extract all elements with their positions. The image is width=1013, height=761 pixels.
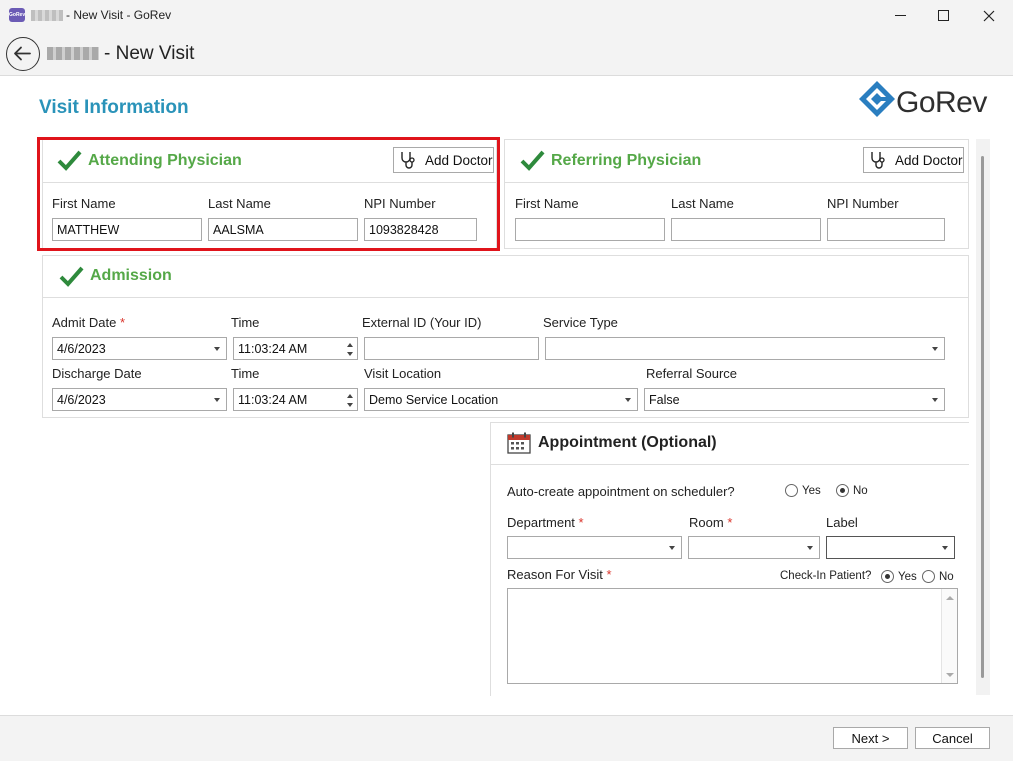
reason-textarea[interactable] [507,588,958,684]
appointment-top-border [490,422,969,423]
admit-time-spinner[interactable]: 11:03:24 AM [233,337,358,360]
checkin-no-option[interactable]: No [922,570,954,583]
external-id-label: External ID (Your ID) [362,315,482,330]
visit-location-value: Demo Service Location [369,392,499,407]
referring-npi-input[interactable] [827,218,945,241]
chevron-down-icon [942,545,948,550]
referring-add-doctor-button[interactable]: Add Doctor [863,147,964,173]
referring-title: Referring Physician [551,152,702,169]
discharge-time-value: 11:03:24 AM [238,392,308,407]
discharge-time-label: Time [231,366,260,381]
auto-create-label: Auto-create appointment on scheduler? [507,484,735,499]
appointment-title: Appointment (Optional) [538,434,717,451]
department-label: Department * [507,515,584,530]
maximize-button[interactable] [920,0,966,31]
window-title: - New Visit - GoRev [66,8,172,22]
room-dropdown[interactable] [688,536,820,559]
back-button[interactable] [6,37,40,71]
close-icon [983,10,995,21]
logo-text: GoRev [896,86,987,119]
chevron-down-icon [932,397,938,402]
referral-source-dropdown[interactable]: False [644,388,945,411]
auto-create-no-option[interactable]: No [836,484,868,497]
last-name-label: Last Name [671,196,734,211]
close-button[interactable] [966,0,1012,31]
checkmark-icon [59,266,84,287]
admit-time-label: Time [231,315,260,330]
radio-yes-label: Yes [802,484,821,497]
scroll-up-icon[interactable] [946,595,954,601]
spinner-icon[interactable] [346,340,354,358]
external-id-input[interactable] [364,337,539,360]
textarea-scrollbar[interactable] [941,589,957,683]
admit-date-label: Admit Date * [52,315,125,330]
visit-location-label: Visit Location [364,366,442,381]
admit-date-value: 4/6/2023 [57,341,106,356]
redacted-patient-name [47,47,99,60]
checkin-label: Check-In Patient? [780,570,872,582]
radio-checkin-no[interactable] [922,570,935,583]
chevron-down-icon [932,346,938,351]
service-type-dropdown[interactable] [545,337,945,360]
gorev-logo-icon [859,81,895,117]
reason-label: Reason For Visit * [507,567,612,582]
spinner-icon[interactable] [346,391,354,409]
calendar-icon [507,432,531,454]
radio-checkin-no-label: No [939,570,954,583]
admission-panel-header [43,256,968,298]
checkmark-icon [520,150,545,171]
chevron-down-icon [807,545,813,550]
referral-source-label: Referral Source [646,366,738,381]
page-title: Visit Information [39,97,189,118]
chevron-down-icon [669,545,675,550]
highlight-box [37,137,500,251]
discharge-date-picker[interactable]: 4/6/2023 [52,388,227,411]
app-icon: GoRev [9,8,25,22]
label-label: Label [826,515,858,530]
appointment-header-divider [491,464,969,465]
admission-title: Admission [90,267,172,284]
admit-time-value: 11:03:24 AM [238,341,308,356]
referral-source-value: False [649,392,680,407]
chevron-down-icon [625,397,631,402]
redacted-patient-name [31,10,63,21]
first-name-label: First Name [515,196,579,211]
checkin-yes-option[interactable]: Yes [881,570,917,583]
minimize-button[interactable] [877,0,923,31]
chevron-down-icon [214,346,220,351]
radio-yes[interactable] [785,484,798,497]
discharge-date-value: 4/6/2023 [57,392,106,407]
cancel-button[interactable]: Cancel [915,727,990,749]
auto-create-yes-option[interactable]: Yes [785,484,821,497]
minimize-icon [894,15,906,16]
chevron-down-icon [214,397,220,402]
maximize-icon [937,10,949,21]
radio-checkin-yes[interactable] [881,570,894,583]
npi-label: NPI Number [827,196,899,211]
radio-no-label: No [853,484,868,497]
department-dropdown[interactable] [507,536,682,559]
discharge-time-spinner[interactable]: 11:03:24 AM [233,388,358,411]
back-arrow-icon [14,46,31,61]
room-label: Room * [689,515,733,530]
discharge-date-label: Discharge Date [52,366,142,381]
scrollbar-thumb[interactable] [981,156,984,678]
admit-date-picker[interactable]: 4/6/2023 [52,337,227,360]
radio-no[interactable] [836,484,849,497]
header-title: - New Visit [104,43,195,64]
label-dropdown[interactable] [826,536,955,559]
stethoscope-icon [871,152,885,169]
referring-last-name-input[interactable] [671,218,821,241]
service-type-label: Service Type [543,315,618,330]
referring-first-name-input[interactable] [515,218,665,241]
add-doctor-label: Add Doctor [895,152,963,168]
radio-checkin-yes-label: Yes [898,570,917,583]
next-button[interactable]: Next > [833,727,908,749]
scroll-down-icon[interactable] [946,672,954,678]
visit-location-dropdown[interactable]: Demo Service Location [364,388,638,411]
